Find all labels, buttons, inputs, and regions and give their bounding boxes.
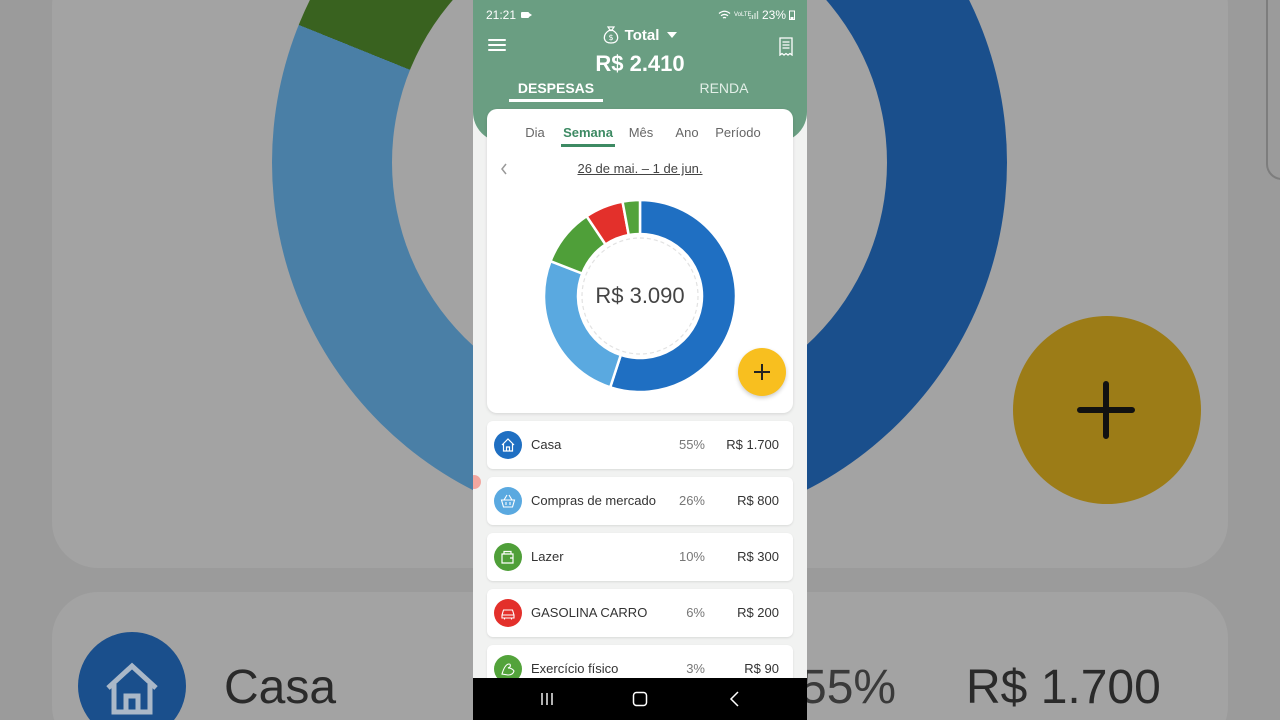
tab-renda[interactable]: RENDA: [679, 80, 769, 96]
category-percent: 3%: [686, 661, 705, 676]
category-row-casa[interactable]: Casa 55% R$ 1.700: [487, 421, 793, 469]
svg-text:$: $: [608, 33, 613, 42]
active-tab-indicator: [509, 99, 603, 102]
money-bag-icon: $: [603, 26, 618, 44]
category-percent: 26%: [678, 493, 705, 508]
battery-percent: 23%: [761, 8, 786, 22]
add-transaction-button[interactable]: [738, 348, 786, 396]
account-selector[interactable]: $ Total: [473, 26, 807, 44]
battery-icon: [789, 10, 795, 20]
category-name: Lazer: [531, 549, 564, 564]
category-amount: R$ 300: [737, 549, 779, 564]
category-amount: R$ 90: [744, 661, 779, 676]
signal-icon: [749, 11, 759, 19]
wifi-icon: [718, 10, 731, 19]
category-percent: 10%: [678, 549, 705, 564]
background-category-amount: R$ 1.700: [966, 661, 1161, 714]
category-row-lazer[interactable]: Lazer 10% R$ 300: [487, 533, 793, 581]
period-tabs: Dia Semana Mês Ano Período: [487, 125, 793, 145]
summary-card: Dia Semana Mês Ano Período 26 de mai. – …: [487, 109, 793, 413]
category-name: Compras de mercado: [531, 493, 656, 508]
touch-indicator: [473, 475, 481, 489]
status-time: 21:21: [486, 8, 517, 22]
house-icon: [494, 431, 522, 459]
status-bar: 21:21 VoLTE 23%: [486, 8, 795, 22]
background-category-label: Casa: [224, 661, 337, 714]
hamburger-icon-bar: [488, 44, 506, 46]
category-row-compras-de-mercado[interactable]: Compras de mercado 26% R$ 800: [487, 477, 793, 525]
home-icon[interactable]: [630, 690, 650, 708]
period-tab-dia[interactable]: Dia: [522, 125, 548, 140]
background-category-percent: 55%: [800, 661, 897, 714]
system-navigation-bar: [473, 678, 807, 720]
phone-screen: 21:21 VoLTE 23% $ Total R$ 2.410 DESPESA…: [473, 0, 807, 720]
recent-apps-icon[interactable]: [537, 690, 557, 708]
car-icon: [494, 599, 522, 627]
screen-record-icon: [521, 12, 533, 18]
period-tab-periodo[interactable]: Período: [713, 125, 763, 140]
category-percent: 55%: [678, 437, 705, 452]
category-name: GASOLINA CARRO: [531, 605, 648, 620]
back-icon[interactable]: [725, 690, 745, 708]
category-row-gasolina-carro[interactable]: GASOLINA CARRO 6% R$ 200: [487, 589, 793, 637]
category-amount: R$ 200: [737, 605, 779, 620]
category-amount: R$ 800: [737, 493, 779, 508]
network-label: VoLTE: [733, 12, 752, 18]
wallet-icon: [494, 543, 522, 571]
period-tab-indicator: [561, 144, 615, 147]
donut-total: R$ 3.090: [595, 283, 685, 308]
category-name: Exercício físico: [531, 661, 619, 676]
total-balance: R$ 2.410: [595, 51, 685, 76]
tab-despesas[interactable]: DESPESAS: [509, 80, 603, 96]
date-range[interactable]: 26 de mai. – 1 de jun.: [487, 161, 793, 176]
donut-segment-compras-de-mercado[interactable]: [543, 259, 623, 389]
plus-icon: [754, 364, 770, 380]
background-phone-edge: [1266, 0, 1280, 180]
period-tab-ano[interactable]: Ano: [673, 125, 701, 140]
account-selector-label: Total: [624, 26, 660, 44]
basket-icon: [494, 487, 522, 515]
period-tab-semana[interactable]: Semana: [561, 125, 615, 140]
category-amount: R$ 1.700: [726, 437, 779, 452]
background-plus-icon: [1077, 381, 1135, 439]
category-percent: 6%: [686, 605, 705, 620]
background-house-icon: [78, 632, 186, 720]
period-tab-mes[interactable]: Mês: [627, 125, 655, 140]
category-name: Casa: [531, 437, 562, 452]
caret-down-icon: [667, 32, 678, 38]
